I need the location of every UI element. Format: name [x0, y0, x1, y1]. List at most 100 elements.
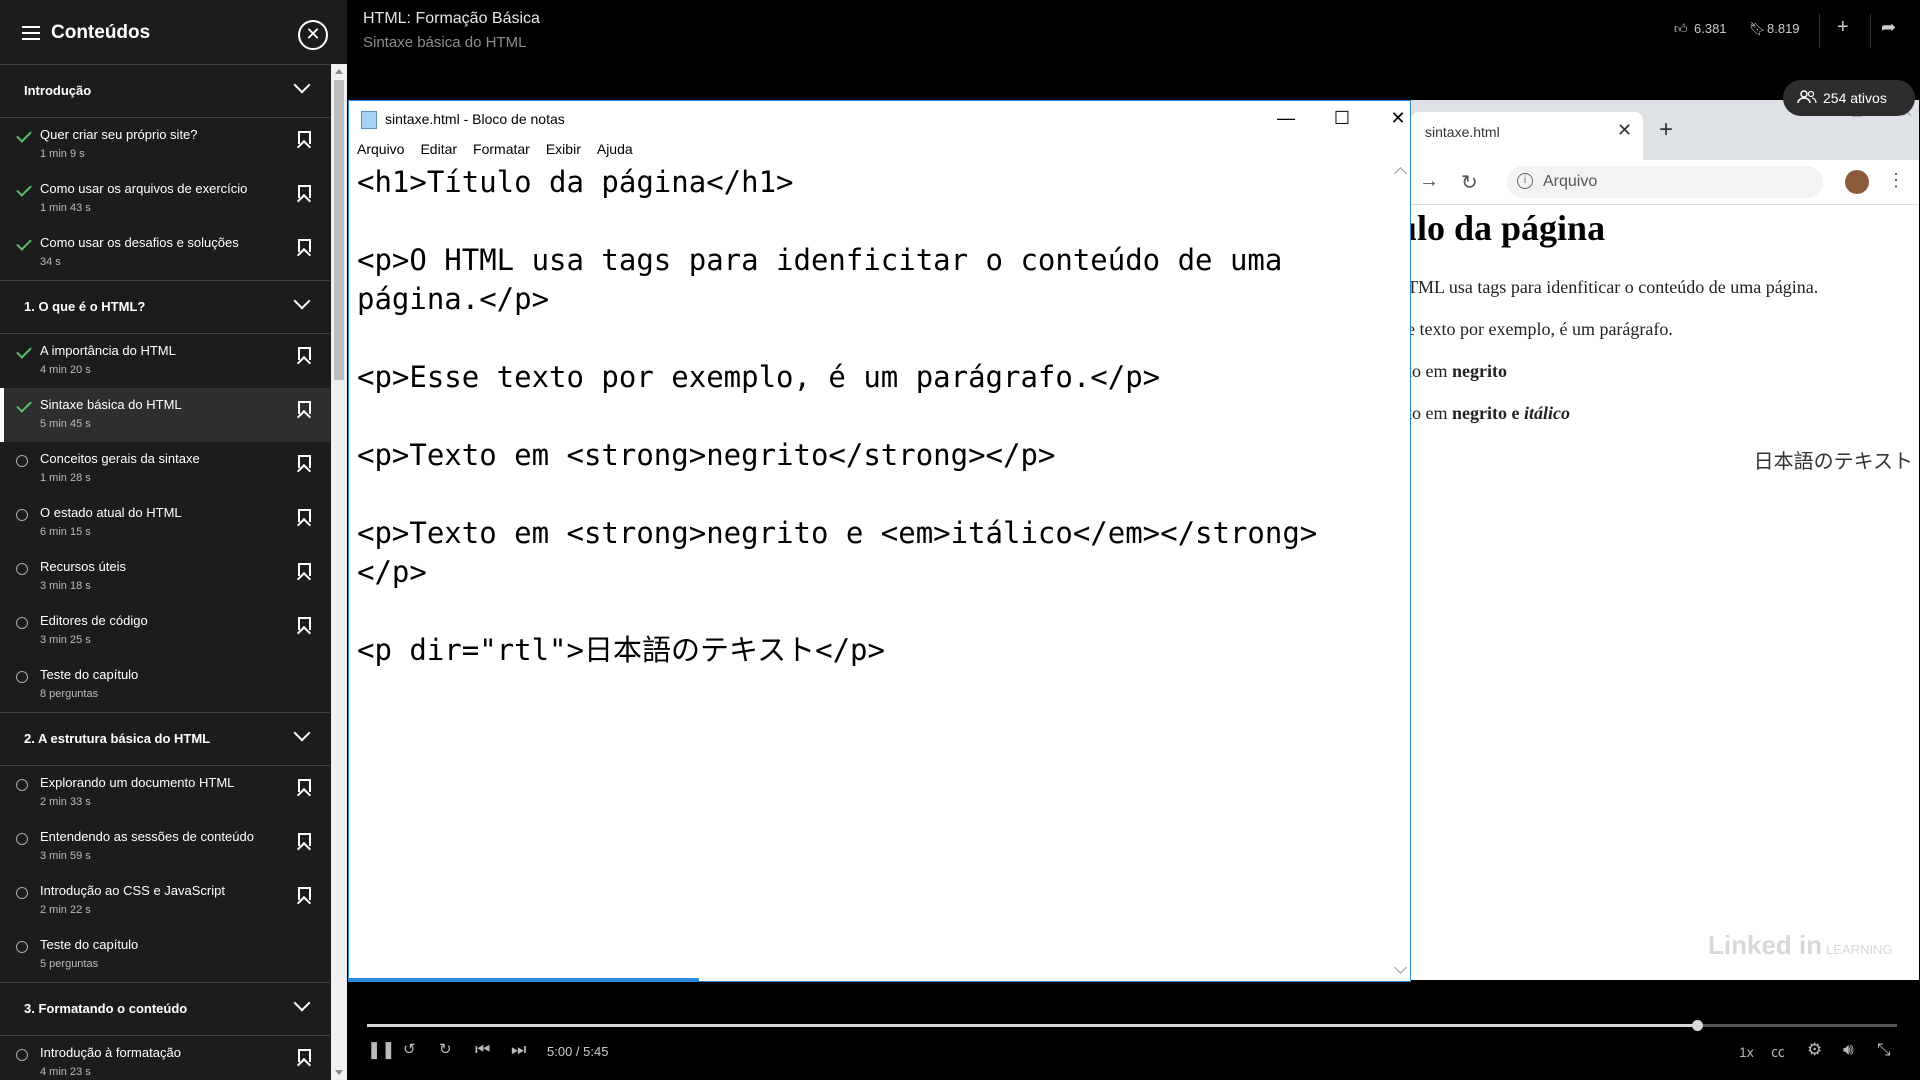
linkedin-learning-watermark: Linked in LEARNING: [1708, 930, 1893, 961]
like-icon[interactable]: 👍︎: [1674, 21, 1688, 37]
brand-text: Linked in: [1708, 930, 1823, 960]
lesson-title: Explorando um documento HTML: [40, 775, 235, 790]
scroll-down-icon[interactable]: [1394, 961, 1407, 974]
exit-fullscreen-icon[interactable]: ⤡: [1877, 1040, 1891, 1060]
lesson-item[interactable]: Explorando um documento HTML 2 min 33 s: [0, 766, 330, 820]
bookmark-icon[interactable]: [298, 617, 311, 630]
chevron-down-icon[interactable]: [293, 292, 311, 310]
more-icon[interactable]: ⋮: [1887, 170, 1905, 191]
lesson-title: O estado atual do HTML: [40, 505, 182, 520]
captions-icon[interactable]: ㏄: [1771, 1042, 1785, 1062]
section-header[interactable]: 1. O que é o HTML?: [0, 281, 330, 334]
maximize-icon[interactable]: ☐: [1317, 105, 1367, 131]
lesson-item[interactable]: Como usar os arquivos de exercício 1 min …: [0, 172, 330, 226]
bold-italic-text: itálico: [1523, 403, 1570, 423]
next-icon[interactable]: ⏭︎: [511, 1040, 526, 1060]
lesson-item[interactable]: Entendendo as sessões de conteúdo 3 min 5…: [0, 820, 330, 874]
scroll-up-icon[interactable]: [335, 69, 343, 74]
new-tab-icon[interactable]: +: [1659, 116, 1673, 144]
seek-progress: [367, 1024, 1697, 1027]
menu-item[interactable]: Formatar: [473, 141, 530, 157]
people-icon: [1797, 90, 1817, 104]
lesson-title: Sintaxe básica do HTML: [40, 397, 182, 412]
lesson-item[interactable]: Sintaxe básica do HTML 5 min 45 s: [0, 388, 330, 442]
lesson-title: Quer criar seu próprio site?: [40, 127, 198, 142]
browser-tab[interactable]: sintaxe.html ✕: [1411, 112, 1643, 160]
lesson-item[interactable]: Introdução ao CSS e JavaScript 2 min 22 s: [0, 874, 330, 928]
circle-icon: [16, 455, 28, 467]
lesson-title: Entendendo as sessões de conteúdo: [40, 829, 254, 844]
previous-icon[interactable]: ⏮︎: [475, 1040, 490, 1060]
lesson-item[interactable]: Como usar os desafios e soluções 34 s: [0, 226, 330, 280]
minimize-icon[interactable]: —: [1261, 105, 1311, 131]
notepad-editor[interactable]: <h1>Título da página</h1> <p>O HTML usa …: [357, 163, 1377, 670]
bookmark-icon[interactable]: 🔖︎: [1749, 21, 1766, 37]
sidebar-header: Conteúdos ✕: [0, 0, 330, 65]
scrollbar-thumb[interactable]: [334, 80, 344, 380]
add-icon[interactable]: +: [1837, 16, 1849, 39]
avatar[interactable]: [1845, 170, 1869, 194]
address-bar[interactable]: i Arquivo: [1507, 166, 1823, 198]
lesson-item[interactable]: Editores de código 3 min 25 s: [0, 604, 330, 658]
seek-bar[interactable]: [367, 1020, 1897, 1031]
section-header[interactable]: Introdução: [0, 65, 330, 118]
player-header: HTML: Formação Básica Sintaxe básica do …: [347, 0, 1920, 63]
lesson-item[interactable]: O estado atual do HTML 6 min 15 s: [0, 496, 330, 550]
bookmark-icon[interactable]: [298, 455, 311, 468]
lesson-item[interactable]: A importância do HTML 4 min 20 s: [0, 334, 330, 388]
share-icon[interactable]: ➦: [1881, 17, 1896, 38]
lesson-item[interactable]: Conceitos gerais da sintaxe 1 min 28 s: [0, 442, 330, 496]
section-header[interactable]: 2. A estrutura básica do HTML: [0, 713, 330, 766]
close-sidebar-button[interactable]: ✕: [298, 20, 328, 50]
pause-icon[interactable]: ❚❚: [367, 1040, 396, 1060]
lesson-title: A importância do HTML: [40, 343, 176, 358]
notepad-title: sintaxe.html - Bloco de notas: [385, 111, 565, 127]
bookmark-icon[interactable]: [298, 833, 311, 846]
settings-icon[interactable]: ⚙: [1807, 1040, 1822, 1060]
bookmark-icon[interactable]: [298, 563, 311, 576]
lesson-item[interactable]: Recursos úteis 3 min 18 s: [0, 550, 330, 604]
section-header[interactable]: 3. Formatando o conteúdo: [0, 983, 330, 1036]
lesson-item[interactable]: Quer criar seu próprio site? 1 min 9 s: [0, 118, 330, 172]
active-users-badge[interactable]: 254 ativos: [1783, 80, 1915, 116]
bookmark-icon[interactable]: [298, 1049, 311, 1062]
chevron-down-icon[interactable]: [293, 724, 311, 742]
bookmark-icon[interactable]: [298, 185, 311, 198]
scroll-down-icon[interactable]: [335, 1070, 343, 1075]
rewind-10-icon[interactable]: ↺: [403, 1040, 416, 1058]
menu-item[interactable]: Ajuda: [597, 141, 633, 157]
lesson-duration: 1 min 9 s: [40, 148, 85, 160]
bookmark-icon[interactable]: [298, 887, 311, 900]
forward-icon[interactable]: →: [1419, 170, 1439, 193]
rtl-paragraph: 日本語のテキスト: [1753, 449, 1913, 473]
bookmark-icon[interactable]: [298, 401, 311, 414]
volume-icon[interactable]: 🔊︎: [1843, 1040, 1854, 1060]
forward-10-icon[interactable]: ↻: [439, 1040, 452, 1058]
lesson-item[interactable]: Teste do capítulo 5 perguntas: [0, 928, 330, 982]
bookmark-icon[interactable]: [298, 779, 311, 792]
notepad-scrollbar[interactable]: [1393, 163, 1409, 978]
sidebar-scrollbar[interactable]: [331, 64, 347, 1080]
bookmark-icon[interactable]: [298, 239, 311, 252]
section-label: 1. O que é o HTML?: [24, 299, 146, 314]
seek-handle[interactable]: [1691, 1020, 1703, 1031]
bookmark-icon[interactable]: [298, 347, 311, 360]
scroll-up-icon[interactable]: [1394, 167, 1407, 180]
chevron-down-icon[interactable]: [293, 76, 311, 94]
menu-item[interactable]: Arquivo: [357, 141, 404, 157]
lesson-item[interactable]: Introdução à formatação 4 min 23 s: [0, 1036, 330, 1080]
chevron-down-icon[interactable]: [293, 994, 311, 1012]
bookmark-icon[interactable]: [298, 131, 311, 144]
close-tab-icon[interactable]: ✕: [1617, 120, 1632, 141]
text: to em: [1411, 403, 1452, 423]
circle-icon: [16, 1049, 28, 1061]
speed-button[interactable]: 1x: [1739, 1044, 1754, 1060]
menu-item[interactable]: Editar: [420, 141, 457, 157]
reload-icon[interactable]: ↻: [1461, 170, 1478, 195]
info-icon[interactable]: i: [1517, 173, 1533, 189]
course-title[interactable]: HTML: Formação Básica: [363, 10, 540, 28]
bookmark-icon[interactable]: [298, 509, 311, 522]
lesson-item[interactable]: Teste do capítulo 8 perguntas: [0, 658, 330, 712]
menu-item[interactable]: Exibir: [546, 141, 581, 157]
page-paragraph: to em negrito: [1411, 361, 1507, 382]
